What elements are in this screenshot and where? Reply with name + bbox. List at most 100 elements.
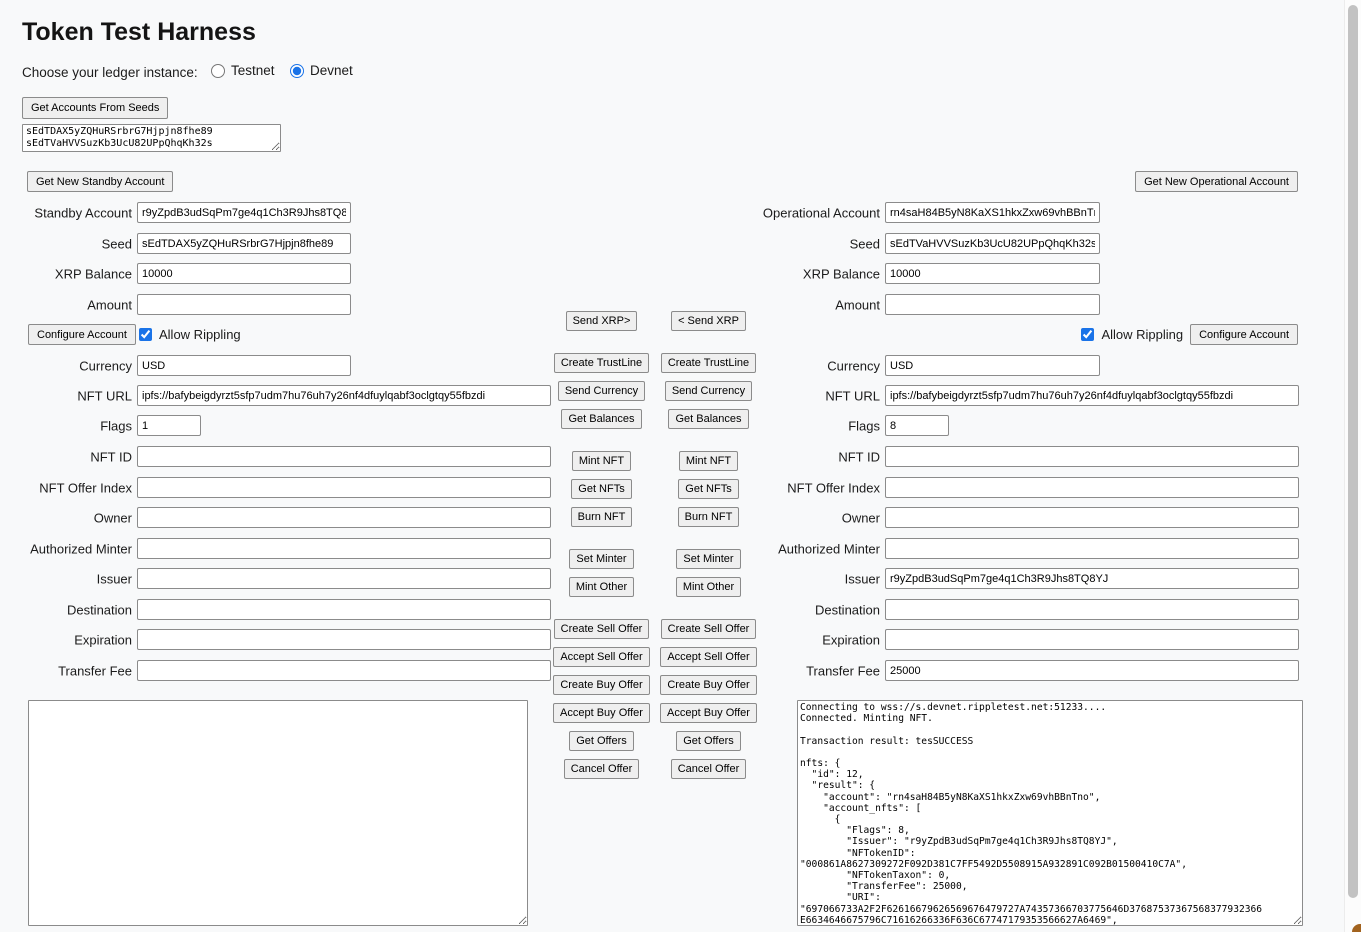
mint-nft-operational-button[interactable]: Mint NFT <box>679 451 738 471</box>
testnet-radio[interactable] <box>211 64 225 78</box>
radio-option-devnet[interactable]: Devnet <box>290 63 353 78</box>
standby-flags-row: Flags <box>137 415 201 436</box>
page-title: Token Test Harness <box>22 16 256 48</box>
operational-account-input[interactable] <box>885 202 1100 223</box>
get-offers-standby-button[interactable]: Get Offers <box>569 731 634 751</box>
standby-currency-input[interactable] <box>137 355 351 376</box>
operational-nft-offer-index-input[interactable] <box>885 477 1299 498</box>
create-sell-offer-standby-button[interactable]: Create Sell Offer <box>554 619 650 639</box>
standby-transfer-fee-input[interactable] <box>137 660 551 681</box>
get-new-standby-account-button[interactable]: Get New Standby Account <box>27 171 173 192</box>
operational-amount-label: Amount <box>835 297 880 312</box>
operational-authorized-minter-label: Authorized Minter <box>778 541 880 556</box>
devnet-radio[interactable] <box>290 64 304 78</box>
mint-nft-standby-button[interactable]: Mint NFT <box>572 451 631 471</box>
cancel-offer-standby-button[interactable]: Cancel Offer <box>564 759 640 779</box>
standby-owner-input[interactable] <box>137 507 551 528</box>
cancel-offer-operational-button[interactable]: Cancel Offer <box>671 759 747 779</box>
operational-nft-url-input[interactable] <box>885 385 1299 406</box>
standby-nft-offer-index-row: NFT Offer Index <box>137 477 551 498</box>
standby-nft-id-input[interactable] <box>137 446 551 467</box>
send-currency-standby-button[interactable]: Send Currency <box>558 381 645 401</box>
set-minter-operational-button[interactable]: Set Minter <box>676 549 740 569</box>
set-minter-standby-button[interactable]: Set Minter <box>569 549 633 569</box>
accept-buy-offer-button-row: Accept Buy Offer Accept Buy Offer <box>548 703 762 723</box>
operational-xrp-balance-input[interactable] <box>885 263 1100 284</box>
burn-nft-standby-button[interactable]: Burn NFT <box>571 507 633 527</box>
send-xrp-operational-button[interactable]: < Send XRP <box>671 311 746 331</box>
burn-nft-operational-button[interactable]: Burn NFT <box>678 507 740 527</box>
operational-configure-row: Allow Rippling Configure Account <box>1081 324 1298 345</box>
standby-account-input[interactable] <box>137 202 351 223</box>
standby-expiration-input[interactable] <box>137 629 551 650</box>
send-currency-button-row: Send Currency Send Currency <box>548 381 762 401</box>
radio-option-testnet[interactable]: Testnet <box>211 63 275 78</box>
mint-other-operational-button[interactable]: Mint Other <box>676 577 741 597</box>
standby-currency-label: Currency <box>79 358 132 373</box>
operational-results-textarea[interactable]: Connecting to wss://s.devnet.rippletest.… <box>797 700 1303 926</box>
get-offers-operational-button[interactable]: Get Offers <box>676 731 741 751</box>
get-nfts-standby-button[interactable]: Get NFTs <box>571 479 631 499</box>
operational-nft-id-label: NFT ID <box>838 449 880 464</box>
get-accounts-from-seeds-button[interactable]: Get Accounts From Seeds <box>22 97 168 119</box>
operational-owner-input[interactable] <box>885 507 1299 528</box>
standby-allow-rippling-checkbox[interactable] <box>139 328 152 341</box>
operational-issuer-label: Issuer <box>845 571 880 586</box>
standby-xrp-balance-input[interactable] <box>137 263 351 284</box>
standby-destination-input[interactable] <box>137 599 551 620</box>
accept-sell-offer-standby-button[interactable]: Accept Sell Offer <box>553 647 649 667</box>
create-buy-offer-standby-button[interactable]: Create Buy Offer <box>553 675 649 695</box>
get-new-operational-account-button[interactable]: Get New Operational Account <box>1135 171 1298 192</box>
send-currency-operational-button[interactable]: Send Currency <box>665 381 752 401</box>
cancel-offer-button-row: Cancel Offer Cancel Offer <box>548 759 762 779</box>
standby-transfer-fee-row: Transfer Fee <box>137 660 551 681</box>
page-scrollbar-thumb[interactable] <box>1348 5 1358 898</box>
operational-allow-rippling[interactable]: Allow Rippling <box>1081 324 1183 345</box>
accept-sell-offer-operational-button[interactable]: Accept Sell Offer <box>660 647 756 667</box>
operational-flags-input[interactable] <box>885 415 949 436</box>
seeds-textarea[interactable]: sEdTDAX5yZQHuRSrbrG7Hjpjn8fhe89 sEdTVaHV… <box>22 124 281 152</box>
standby-issuer-input[interactable] <box>137 568 551 589</box>
operational-configure-account-button[interactable]: Configure Account <box>1190 324 1298 345</box>
standby-seed-input[interactable] <box>137 233 351 254</box>
standby-flags-input[interactable] <box>137 415 201 436</box>
get-balances-operational-button[interactable]: Get Balances <box>668 409 748 429</box>
get-nfts-operational-button[interactable]: Get NFTs <box>678 479 738 499</box>
operational-authorized-minter-row: Authorized Minter <box>885 538 1299 559</box>
create-sell-offer-operational-button[interactable]: Create Sell Offer <box>661 619 757 639</box>
standby-authorized-minter-input[interactable] <box>137 538 551 559</box>
standby-nft-url-input[interactable] <box>137 385 551 406</box>
standby-allow-rippling[interactable]: Allow Rippling <box>139 324 241 345</box>
operational-nft-id-input[interactable] <box>885 446 1299 467</box>
create-trustline-standby-button[interactable]: Create TrustLine <box>554 353 649 373</box>
operational-currency-input[interactable] <box>885 355 1100 376</box>
standby-seed-label: Seed <box>102 236 132 251</box>
operational-destination-input[interactable] <box>885 599 1299 620</box>
standby-nft-offer-index-input[interactable] <box>137 477 551 498</box>
accept-buy-offer-standby-button[interactable]: Accept Buy Offer <box>553 703 650 723</box>
standby-xrp-balance-label: XRP Balance <box>55 266 132 281</box>
create-buy-offer-operational-button[interactable]: Create Buy Offer <box>660 675 756 695</box>
operational-allow-rippling-checkbox[interactable] <box>1081 328 1094 341</box>
accept-buy-offer-operational-button[interactable]: Accept Buy Offer <box>660 703 757 723</box>
standby-nft-url-label: NFT URL <box>77 388 132 403</box>
get-balances-standby-button[interactable]: Get Balances <box>561 409 641 429</box>
send-xrp-standby-button[interactable]: Send XRP> <box>566 311 638 331</box>
operational-seed-input[interactable] <box>885 233 1100 254</box>
operational-transfer-fee-input[interactable] <box>885 660 1299 681</box>
standby-configure-account-button[interactable]: Configure Account <box>28 324 136 345</box>
mint-other-standby-button[interactable]: Mint Other <box>569 577 634 597</box>
operational-issuer-input[interactable] <box>885 568 1299 589</box>
operational-expiration-input[interactable] <box>885 629 1299 650</box>
get-nfts-button-row: Get NFTs Get NFTs <box>548 479 762 499</box>
standby-seed-row: Seed <box>137 233 351 254</box>
standby-results-textarea[interactable] <box>28 700 528 926</box>
operational-nft-offer-index-row: NFT Offer Index <box>885 477 1299 498</box>
standby-nft-url-row: NFT URL <box>137 385 551 406</box>
standby-transfer-fee-label: Transfer Fee <box>58 663 132 678</box>
operational-amount-input[interactable] <box>885 294 1100 315</box>
operational-authorized-minter-input[interactable] <box>885 538 1299 559</box>
standby-amount-input[interactable] <box>137 294 351 315</box>
standby-expiration-label: Expiration <box>74 632 132 647</box>
create-trustline-operational-button[interactable]: Create TrustLine <box>661 353 756 373</box>
